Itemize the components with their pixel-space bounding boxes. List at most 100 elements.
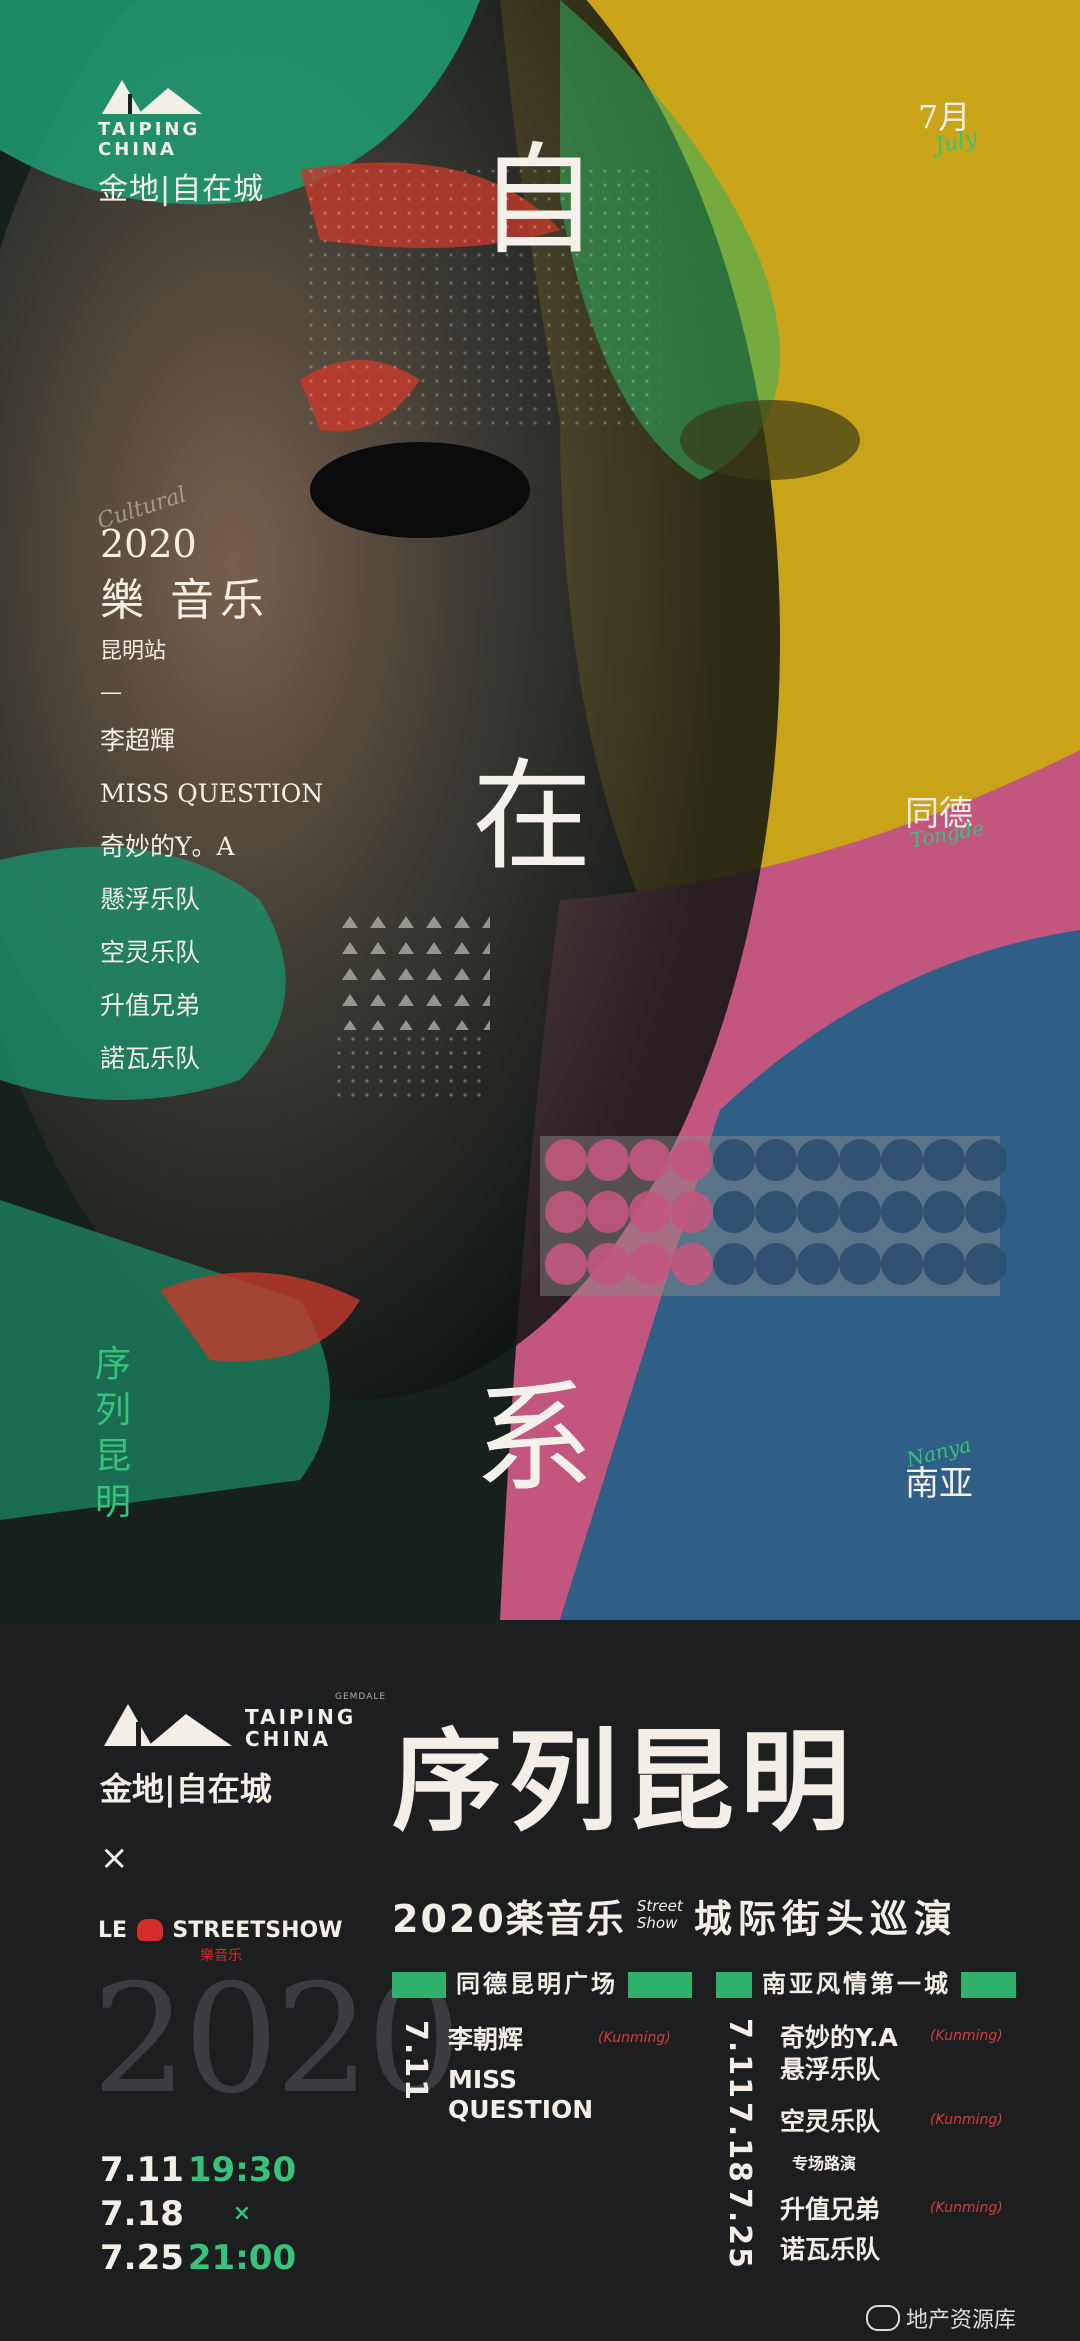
grid-circle	[713, 1243, 755, 1285]
logo-cn: 金地|自在城	[98, 172, 265, 207]
right-artist-1b: 悬浮乐队	[780, 2055, 881, 2084]
logo-cn: 金地|自在城	[100, 1770, 272, 1808]
right-date-2: 7.18	[722, 2102, 757, 2185]
kunming-tag: (Kunming)	[930, 2028, 1003, 2044]
location-nanya: 南亚	[905, 1464, 973, 1504]
grid-circle	[755, 1243, 797, 1285]
subtitle-street-show: Street Show	[637, 1898, 683, 1932]
street-word: Street	[636, 1897, 683, 1915]
grid-circle	[671, 1191, 713, 1233]
streetshow-le: LE	[98, 1918, 128, 1943]
grid-circle	[839, 1191, 881, 1233]
kunming-tag: (Kunming)	[598, 2030, 671, 2046]
grid-circle	[629, 1139, 671, 1181]
grid-circle	[545, 1139, 587, 1181]
grid-circle	[797, 1243, 839, 1285]
grid-circle	[965, 1243, 1007, 1285]
venue-left: 同德昆明广场	[446, 1966, 628, 2002]
grid-circle	[881, 1139, 923, 1181]
right-note-2: 专场路演	[792, 2154, 857, 2173]
grid-circle	[755, 1191, 797, 1233]
left-artist-3: QUESTION	[448, 2095, 594, 2124]
grid-circle	[965, 1191, 1007, 1233]
grid-circle	[881, 1191, 923, 1233]
grid-circle	[755, 1139, 797, 1181]
main-title: 序列昆明	[392, 1718, 856, 1846]
kunming-tag: (Kunming)	[930, 2112, 1003, 2128]
streetshow-logo: LE STREETSHOW	[98, 1918, 342, 1943]
grid-circle	[881, 1243, 923, 1285]
grid-circle	[629, 1243, 671, 1285]
lineup-dash: —	[100, 680, 122, 705]
lineup-artist: 李超輝	[100, 726, 176, 755]
right-artist-2a: 空灵乐队	[780, 2107, 881, 2136]
lineup-title: 樂 音乐	[100, 575, 270, 626]
logo-en-line-2: CHINA	[245, 1727, 332, 1751]
right-artist-1a: 奇妙的Y.A	[780, 2023, 898, 2052]
left-artist-2: MISS	[448, 2065, 518, 2094]
grid-circle	[797, 1139, 839, 1181]
left-venue-date: 7.11	[398, 2020, 433, 2103]
left-artist-1: 李朝辉	[448, 2025, 524, 2054]
lineup-artist: 諾瓦乐队	[100, 1044, 201, 1073]
grid-circle	[797, 1191, 839, 1233]
big-character-2: 在	[472, 748, 592, 887]
series-char: 列	[95, 1390, 132, 1431]
wechat-icon	[866, 2305, 900, 2331]
series-char: 明	[95, 1482, 132, 1523]
time-end: 21:00	[187, 2238, 297, 2278]
show-date: 7.18	[100, 2194, 184, 2234]
watermark-text: 地产资源库	[906, 2308, 1017, 2333]
big-character-3: 系	[474, 1370, 594, 1509]
subtitle-part-a: 2020楽音乐	[392, 1897, 626, 1941]
kunming-tag: (Kunming)	[930, 2200, 1003, 2216]
lineup-artist: 奇妙的Y。A	[100, 832, 235, 861]
right-artist-3b: 诺瓦乐队	[780, 2235, 881, 2264]
grid-circle	[671, 1243, 713, 1285]
grid-circle	[629, 1191, 671, 1233]
lineup-block: Cultural 2020 樂 音乐 昆明站 — 李超輝 MISS QUESTI…	[94, 482, 324, 1085]
grid-circle	[713, 1139, 755, 1181]
right-date-1: 7.11	[722, 2018, 757, 2101]
show-times: 19:30 × 21:00	[186, 2148, 298, 2280]
grid-circle	[839, 1139, 881, 1181]
lineup-artist: MISS QUESTION	[100, 779, 324, 808]
grid-circle	[587, 1139, 629, 1181]
collab-times-icon: ×	[100, 1838, 129, 1878]
lineup-year: 2020	[100, 522, 197, 566]
big-character-1: 自	[478, 132, 598, 271]
streetshow-name: STREETSHOW	[172, 1918, 343, 1943]
logo-en-line-1: TAIPING	[98, 119, 201, 140]
logo-en-line-2: CHINA	[98, 139, 177, 160]
subtitle-part-b: 城际街头巡演	[693, 1897, 958, 1941]
time-start: 19:30	[187, 2150, 297, 2190]
event-info-panel: GEMDALE TAIPING CHINA 金地|自在城 × LE STREET…	[0, 1620, 1080, 2341]
lineup-artist: 空灵乐队	[100, 938, 201, 967]
time-separator: ×	[232, 2201, 252, 2226]
brand-logo: TAIPING CHINA 金地|自在城	[98, 74, 268, 208]
show-word: Show	[636, 1914, 678, 1932]
series-char: 序	[95, 1344, 132, 1385]
grid-circle	[587, 1191, 629, 1233]
logo-en-line-1: TAIPING	[245, 1705, 357, 1729]
series-vertical-title: 序 列 昆 明	[95, 1342, 131, 1526]
right-artist-3a: 升值兄弟	[780, 2195, 881, 2224]
grid-circle	[671, 1139, 713, 1181]
grid-circle	[923, 1243, 965, 1285]
logo-tiny-text: GEMDALE	[335, 1692, 387, 1702]
grid-circle	[587, 1243, 629, 1285]
mountain-logo-icon	[104, 1704, 232, 1746]
brand-logo-bottom: GEMDALE TAIPING CHINA 金地|自在城	[100, 1692, 385, 1808]
grid-circle	[545, 1243, 587, 1285]
grid-circle	[923, 1139, 965, 1181]
mountain-logo-icon	[102, 80, 202, 114]
show-dates: 7.11 7.18 7.25	[100, 2148, 184, 2280]
grid-circle	[713, 1191, 755, 1233]
lineup-artist: 懸浮乐队	[100, 885, 201, 914]
grid-circle	[839, 1243, 881, 1285]
lineup-station: 昆明站	[100, 639, 167, 664]
watermark: 地产资源库	[866, 2302, 1016, 2334]
show-date: 7.11	[100, 2150, 184, 2190]
lineup-artist: 升值兄弟	[100, 991, 201, 1020]
grid-circle	[965, 1139, 1007, 1181]
